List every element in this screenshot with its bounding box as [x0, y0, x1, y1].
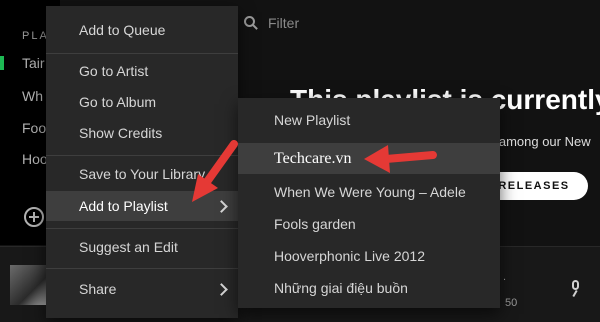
menu-item-suggest-edit[interactable]: Suggest an Edit [46, 232, 238, 262]
sidebar-item-playlist-1[interactable]: Tair [22, 55, 45, 71]
menu-item-label: Share [79, 281, 117, 297]
new-playlist-plus-icon[interactable] [24, 207, 44, 227]
menu-divider [46, 268, 238, 269]
time-label: 50 [505, 297, 518, 309]
annotation-arrow-icon [364, 145, 437, 173]
submenu-item-new-playlist[interactable]: New Playlist [238, 105, 500, 135]
menu-item-go-to-artist[interactable]: Go to Artist [46, 56, 238, 86]
submenu-item-playlist[interactable]: When We Were Young – Adele [238, 177, 500, 207]
active-indicator [0, 56, 4, 70]
player-dot: . [503, 271, 507, 283]
playlist-submenu: New Playlist Techcare.vn When We Were Yo… [238, 98, 500, 308]
sidebar-header: PLA [22, 30, 49, 42]
page-subtitle: e among our New [488, 134, 591, 149]
annotation-arrow-icon [192, 140, 238, 202]
sidebar-item-playlist-3[interactable]: Foo [22, 120, 46, 136]
sidebar-item-playlist-2[interactable]: Wh [22, 88, 43, 104]
submenu-item-playlist[interactable]: Hooverphonic Live 2012 [238, 241, 500, 271]
album-cover[interactable] [10, 265, 50, 305]
submenu-item-playlist[interactable]: Fools garden [238, 209, 500, 239]
lyrics-mic-icon[interactable] [572, 280, 579, 290]
search-icon [244, 16, 255, 27]
submenu-item-playlist[interactable]: Những giai điệu buồn [238, 273, 500, 303]
menu-divider [46, 228, 238, 229]
sidebar-item-playlist-4[interactable]: Hoo [22, 151, 48, 167]
menu-item-share[interactable]: Share [46, 274, 238, 304]
menu-divider [46, 53, 238, 54]
menu-item-go-to-album[interactable]: Go to Album [46, 87, 238, 117]
menu-item-add-to-queue[interactable]: Add to Queue [46, 15, 238, 45]
chevron-right-icon [215, 283, 228, 296]
menu-item-label: Add to Playlist [79, 198, 168, 214]
filter-input[interactable]: Filter [268, 15, 299, 31]
